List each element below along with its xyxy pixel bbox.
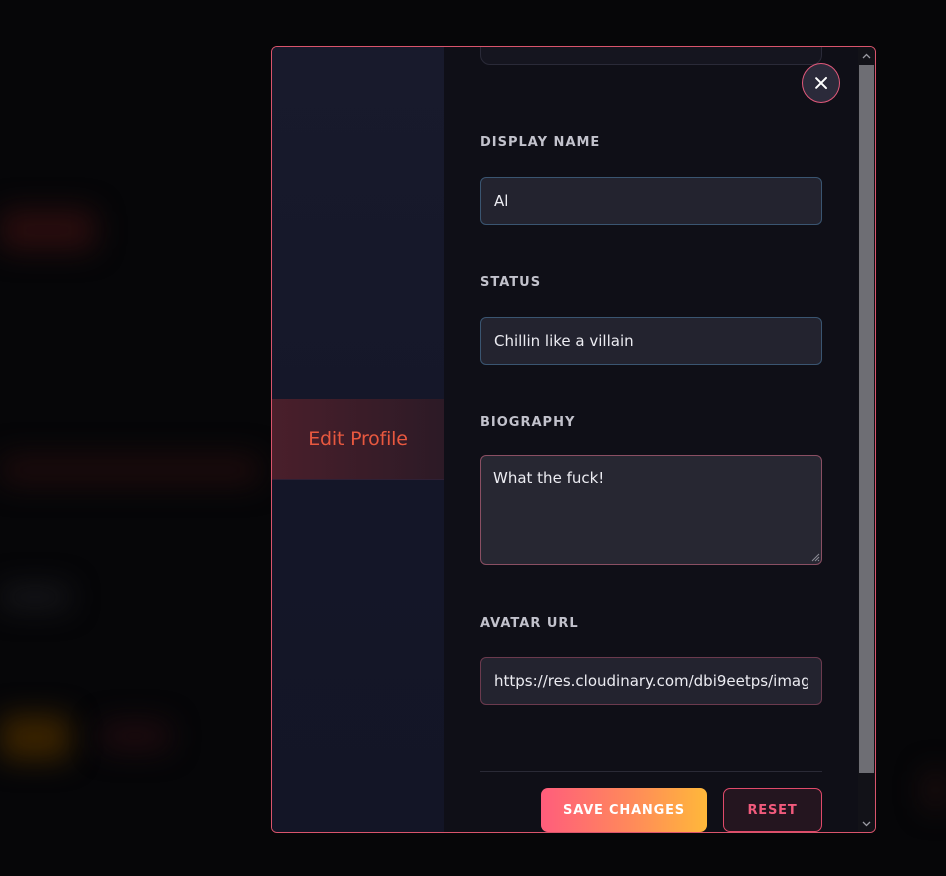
vertical-scrollbar[interactable] <box>858 47 875 832</box>
blurred-shape <box>925 770 946 810</box>
avatar-url-label: AVATAR URL <box>480 616 579 631</box>
edit-profile-modal: Edit Profile DISPLAY NAME STATUS BIOGRAP… <box>271 46 876 833</box>
close-button[interactable] <box>802 63 840 103</box>
sidebar-item-edit-profile[interactable]: Edit Profile <box>272 399 444 480</box>
chevron-up-icon[interactable] <box>858 47 875 64</box>
scrollbar-thumb[interactable] <box>859 65 874 773</box>
close-icon <box>814 76 828 90</box>
blurred-shape <box>0 715 70 760</box>
reset-button[interactable]: RESET <box>723 788 822 832</box>
status-input[interactable] <box>480 317 822 365</box>
footer-divider <box>480 771 822 772</box>
blurred-shape <box>100 722 170 750</box>
modal-content: DISPLAY NAME STATUS BIOGRAPHY What the f… <box>444 47 858 832</box>
blurred-shape <box>0 585 70 609</box>
modal-sidebar: Edit Profile <box>272 47 444 832</box>
biography-label: BIOGRAPHY <box>480 415 576 430</box>
blurred-shape <box>0 455 260 485</box>
biography-textarea[interactable]: What the fuck! <box>480 455 822 565</box>
avatar-url-input[interactable] <box>480 657 822 705</box>
avatar-preview-card <box>480 47 822 65</box>
chevron-down-icon[interactable] <box>858 815 875 832</box>
status-label: STATUS <box>480 275 542 290</box>
sidebar-item-label: Edit Profile <box>308 428 408 450</box>
blurred-shape <box>0 210 95 250</box>
save-changes-button[interactable]: SAVE CHANGES <box>541 788 707 832</box>
display-name-input[interactable] <box>480 177 822 225</box>
display-name-label: DISPLAY NAME <box>480 135 601 150</box>
resize-handle-icon[interactable] <box>810 552 820 562</box>
